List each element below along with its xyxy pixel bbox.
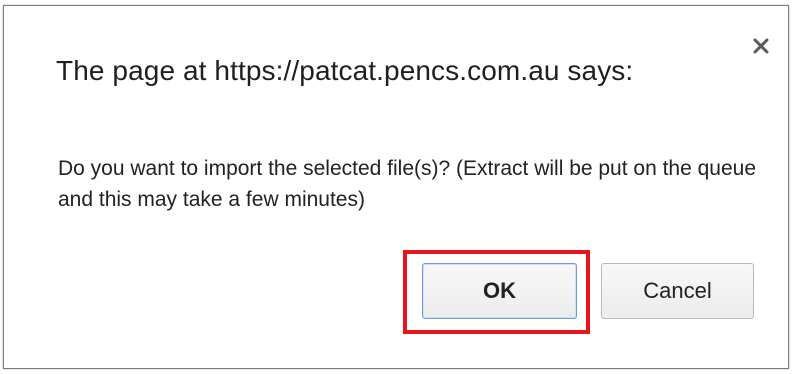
cancel-button[interactable]: Cancel [601,263,754,319]
dialog-message: Do you want to import the selected file(… [58,157,757,211]
dialog-title: The page at https://patcat.pencs.com.au … [56,55,634,86]
close-icon[interactable] [748,33,774,59]
javascript-confirm-dialog: The page at https://patcat.pencs.com.au … [3,5,789,369]
ok-button[interactable]: OK [422,263,577,319]
